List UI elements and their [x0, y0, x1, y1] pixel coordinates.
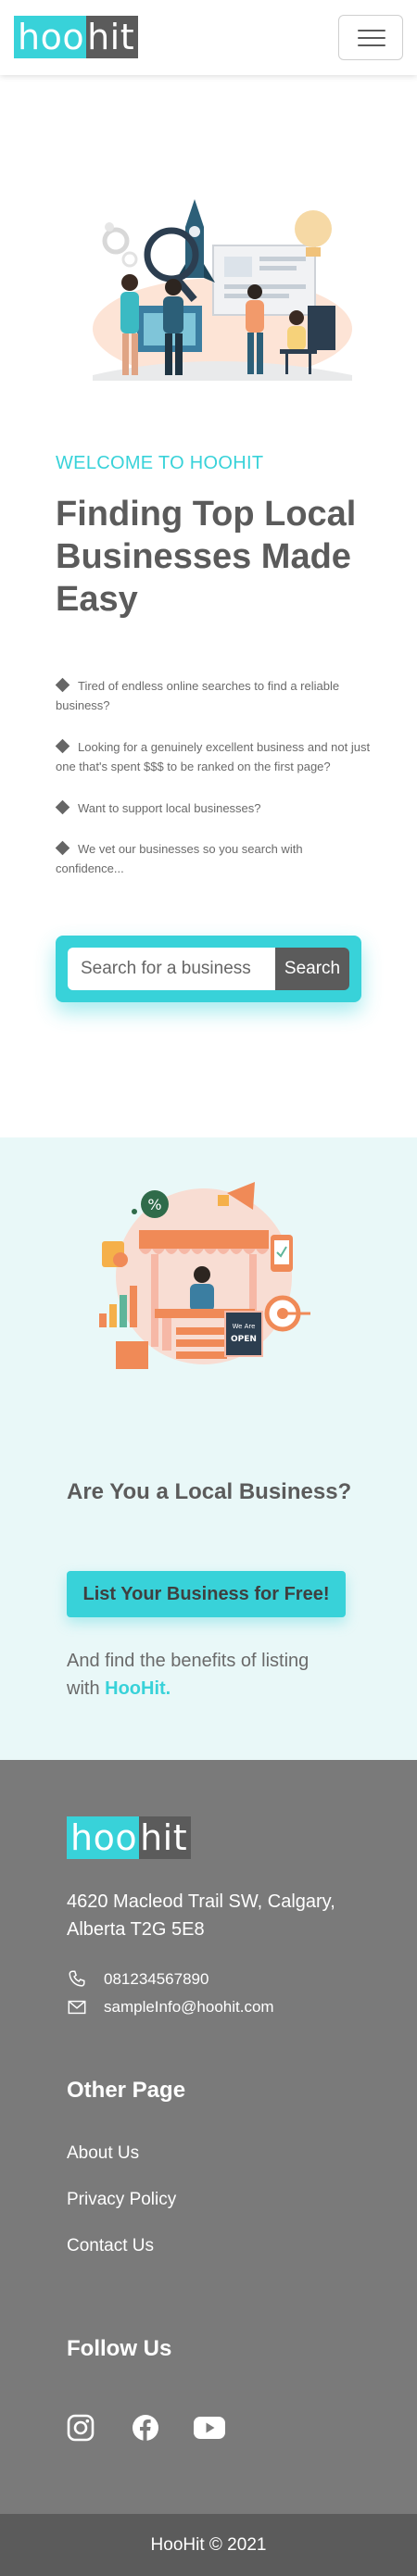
youtube-icon[interactable] [194, 2417, 225, 2439]
list-item: We vet our businesses so you search with… [55, 840, 303, 875]
business-section-title: Are You a Local Business? [67, 1479, 352, 1504]
local-business-section: % We Are OPEN Are You a Local Business? … [0, 1137, 417, 1760]
benefit-text: And find the benefits of listing with Ho… [67, 1651, 310, 1699]
instagram-icon[interactable] [67, 2414, 95, 2442]
diamond-bullet-icon [55, 840, 70, 856]
logo-hit: hit [139, 1816, 192, 1859]
phone-icon [69, 1970, 85, 1987]
footer-phone[interactable]: 081234567890 [67, 1969, 208, 1990]
contact-us-link[interactable]: Contact Us [67, 2236, 154, 2256]
logo-hoo: hoo [14, 16, 87, 58]
hero-title: Finding Top Local Businesses Made Easy [56, 495, 357, 619]
list-item: Looking for a genuinely excellent busine… [55, 738, 371, 773]
team-strategy-illustration [93, 199, 352, 381]
welcome-label: WELCOME TO HOOHIT [56, 453, 264, 473]
footer: hoo hit 4620 Macleod Trail SW, Calgary, A… [0, 1760, 417, 2514]
logo-hit: hit [86, 16, 139, 58]
hoohit-link[interactable]: HooHit. [105, 1678, 171, 1699]
envelope-icon [68, 2000, 86, 2015]
copyright-text: HooHit © 2021 [150, 2535, 267, 2555]
menu-toggle-button[interactable] [338, 15, 403, 60]
hamburger-icon [358, 30, 385, 31]
diamond-bullet-icon [55, 677, 70, 693]
search-input[interactable] [68, 948, 275, 990]
svg-text:OPEN: OPEN [231, 1335, 257, 1344]
about-us-link[interactable]: About Us [67, 2143, 139, 2164]
svg-text:%: % [147, 1196, 161, 1213]
footer-logo[interactable]: hoo hit [67, 1816, 192, 1859]
facebook-icon[interactable] [132, 2414, 159, 2442]
list-item: Tired of endless online searches to find… [55, 677, 340, 712]
diamond-bullet-icon [55, 799, 70, 815]
search-button[interactable]: Search [275, 948, 349, 990]
svg-text:We Are: We Are [233, 1323, 256, 1330]
logo-hoo: hoo [67, 1816, 140, 1859]
list-business-button[interactable]: List Your Business for Free! [67, 1571, 346, 1617]
navbar: hoo hit [0, 0, 417, 75]
brand-logo[interactable]: hoo hit [14, 16, 139, 58]
shop-owner-illustration: % We Are OPEN [99, 1182, 310, 1369]
diamond-bullet-icon [55, 738, 70, 754]
search-form: Search [56, 936, 361, 1002]
privacy-policy-link[interactable]: Privacy Policy [67, 2190, 176, 2210]
follow-us-heading: Follow Us [67, 2336, 172, 2361]
other-pages-heading: Other Page [67, 2078, 186, 2103]
list-item: Want to support local businesses? [55, 798, 371, 818]
footer-address: 4620 Macleod Trail SW, Calgary, Alberta … [67, 1891, 335, 1940]
footer-email[interactable]: sampleInfo@hoohit.com [67, 1997, 274, 2017]
copyright-bar: HooHit © 2021 [0, 2514, 417, 2576]
